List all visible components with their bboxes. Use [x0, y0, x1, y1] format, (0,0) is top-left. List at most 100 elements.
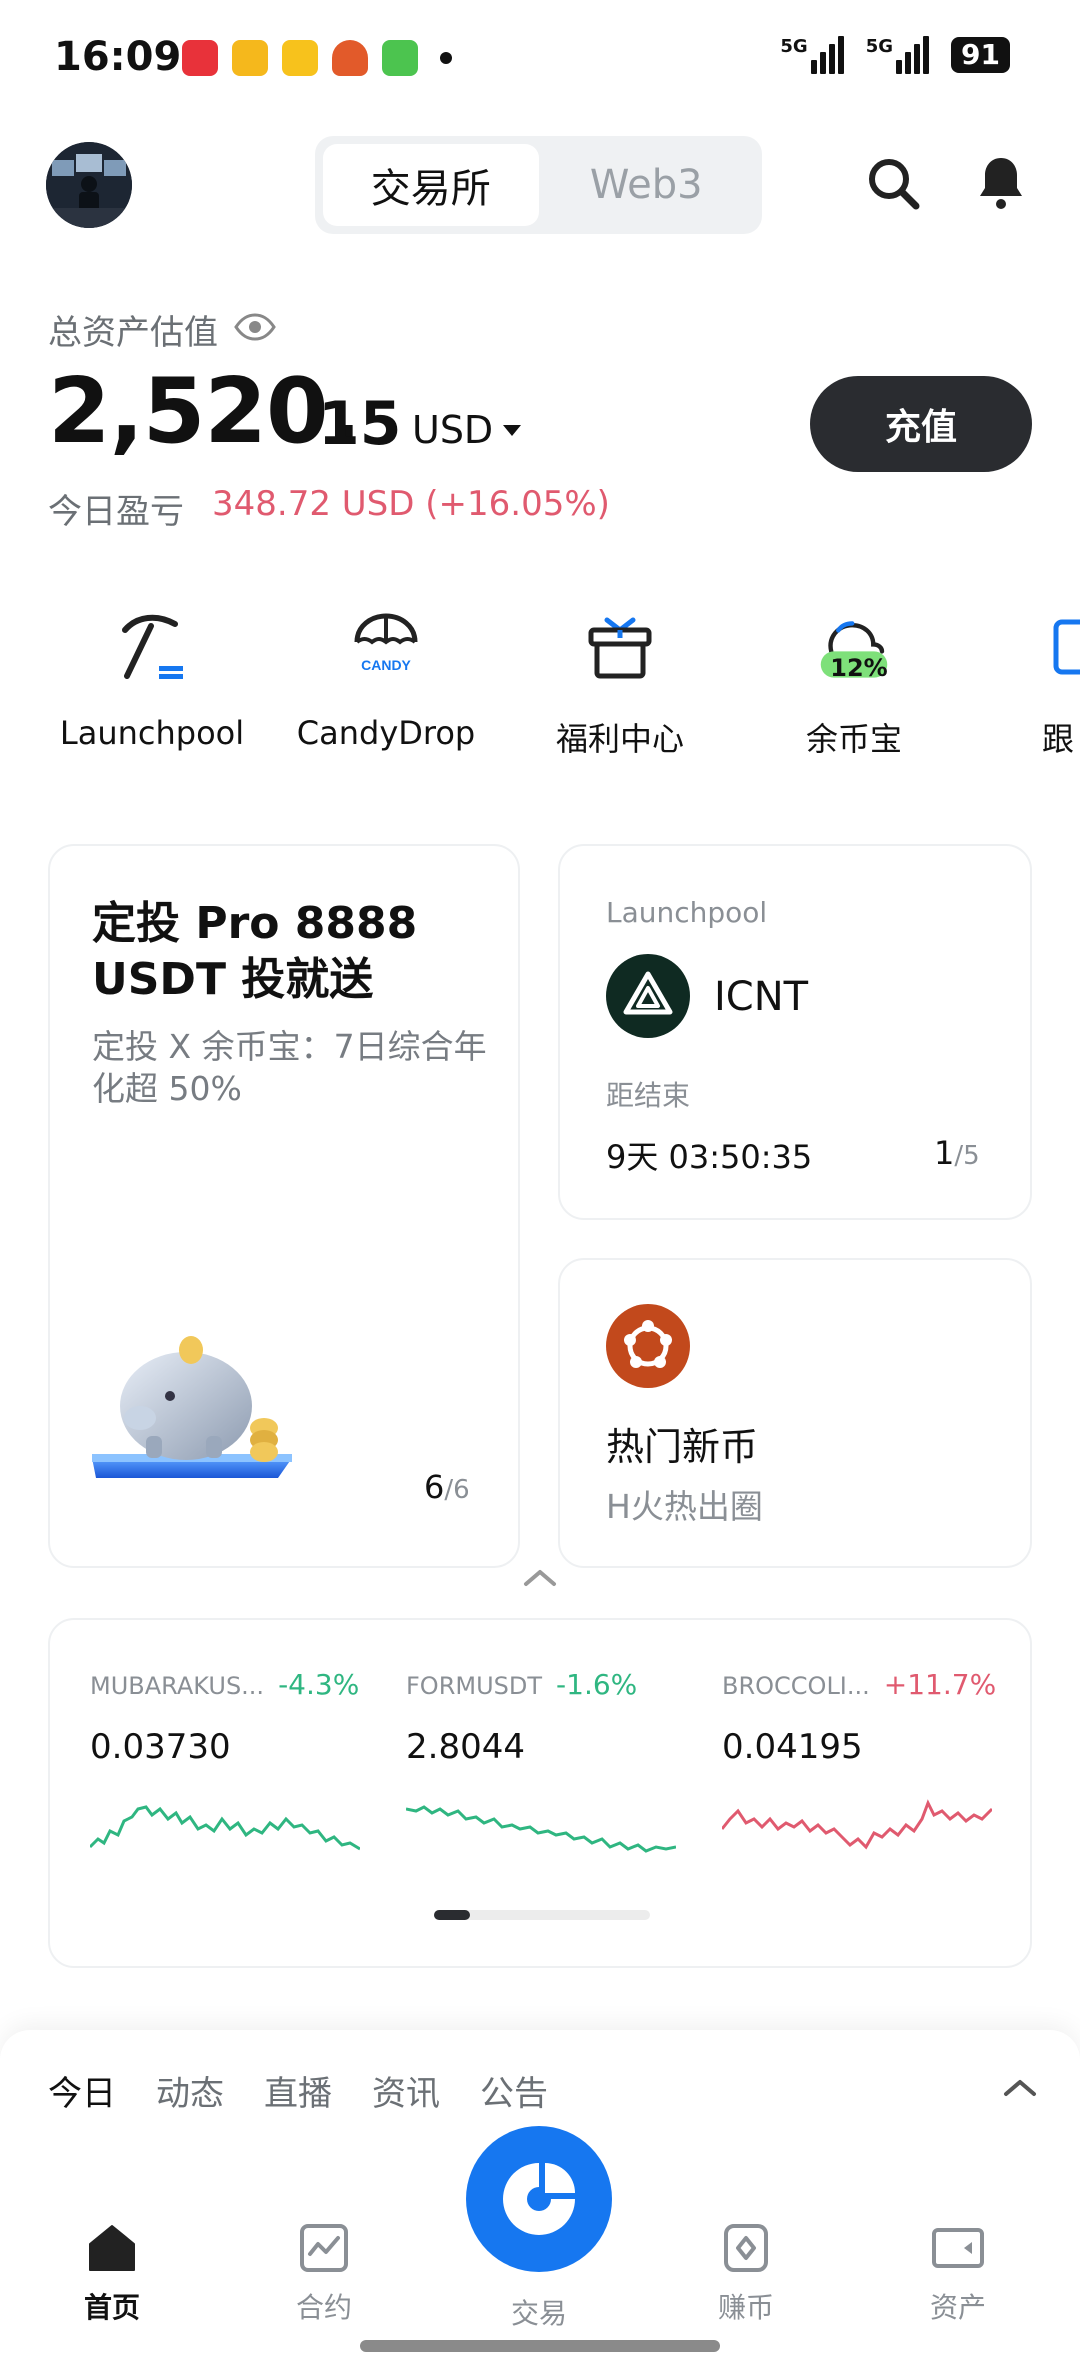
hot-new-coins-title: 热门新币 — [606, 1425, 759, 1469]
launchpool-coin-name: ICNT — [714, 974, 809, 1020]
quick-action-label: CandyDrop — [296, 714, 476, 752]
carousel-scroll-thumb — [434, 1910, 470, 1920]
tab-activity[interactable]: 动态 — [156, 2066, 224, 2115]
market-change: -1.6% — [556, 1668, 638, 1701]
home-icon — [89, 2225, 135, 2271]
avatar[interactable] — [46, 142, 132, 228]
market-price: 0.03730 — [90, 1727, 231, 1767]
market-price: 2.8044 — [406, 1727, 525, 1767]
hot-coin-icon — [606, 1304, 690, 1388]
quick-action-launchpool[interactable]: Launchpool — [52, 610, 252, 752]
deposit-button[interactable]: 充值 — [810, 376, 1032, 472]
nav-label: 合约 — [295, 2291, 352, 2324]
signal-label: 5G — [780, 36, 808, 57]
pnl-value: 348.72 USD (+16.05%) — [212, 484, 610, 524]
nav-futures[interactable]: 合约 — [254, 2220, 394, 2326]
market-ticker-card: MUBARAKUS... -4.3% 0.03730 FORMUSDT -1.6… — [48, 1618, 1032, 1968]
app-notification-icon — [332, 40, 368, 76]
sparkline-chart — [405, 1805, 677, 1853]
chevron-up-icon[interactable] — [518, 1562, 562, 1592]
gift-icon — [585, 610, 655, 684]
hot-new-coins-card[interactable]: 热门新币 H火热出圈 — [558, 1258, 1032, 1568]
promo-card[interactable]: 定投 Pro 8888 USDT 投就送 定投 X 余币宝：7日综合年化超 50… — [48, 844, 520, 1568]
nav-label: 资产 — [929, 2291, 986, 2324]
quick-action-label: 跟 — [1042, 720, 1075, 758]
launchpool-tag: Launchpool — [606, 896, 768, 929]
eye-icon[interactable] — [234, 310, 276, 350]
mail-notification-icon — [232, 40, 268, 76]
today-pnl: 今日盈亏 348.72 USD (+16.05%) — [48, 484, 610, 533]
nav-assets[interactable]: 资产 — [888, 2220, 1028, 2326]
carousel-scroll-indicator — [434, 1910, 650, 1920]
bottom-sheet: 今日 动态 直播 资讯 公告 首页 合约 交易 赚币 资产 — [0, 2030, 1080, 2376]
total-assets-label: 总资产估值 — [48, 305, 276, 354]
futures-chart-icon — [300, 2224, 348, 2272]
signal-icon: 5G — [865, 36, 930, 74]
quick-action-copy-trade[interactable]: 跟 — [1042, 610, 1080, 760]
currency-label: USD — [412, 408, 494, 452]
app-notification-icon — [182, 40, 218, 76]
app-notification-icon — [282, 40, 318, 76]
total-assets-text: 总资产估值 — [48, 313, 218, 353]
launchpool-pager: 1/5 — [934, 1134, 980, 1172]
market-symbol: BROCCOLI... — [722, 1672, 870, 1700]
hot-new-coins-subtitle: H火热出圈 — [606, 1487, 763, 1526]
market-symbol: FORMUSDT — [406, 1672, 543, 1700]
tab-exchange[interactable]: 交易所 — [323, 144, 539, 226]
quick-action-savings[interactable]: 12% 余币宝 — [754, 610, 954, 760]
nav-label: 首页 — [83, 2291, 140, 2324]
svg-text:CANDY: CANDY — [361, 657, 411, 673]
tab-today[interactable]: 今日 — [48, 2066, 116, 2115]
quick-action-label: 余币宝 — [805, 720, 902, 758]
caret-down-icon — [503, 424, 522, 436]
nav-trade-button[interactable] — [466, 2126, 612, 2272]
pickaxe-icon — [117, 610, 187, 684]
bell-icon[interactable] — [970, 152, 1032, 214]
earn-icon — [724, 2224, 768, 2272]
market-change: +11.7% — [883, 1668, 997, 1701]
tab-announcements[interactable]: 公告 — [480, 2066, 548, 2115]
search-icon[interactable] — [862, 152, 924, 214]
status-indicators: 5G 5G 91 — [780, 36, 1010, 74]
launchpool-card[interactable]: Launchpool ICNT 距结束 9天 03:50:35 1/5 — [558, 844, 1032, 1220]
market-item[interactable]: BROCCOLI... +11.7% 0.04195 — [720, 1668, 1002, 1873]
nav-earn[interactable]: 赚币 — [676, 2220, 816, 2326]
candy-parachute-icon: CANDY — [351, 610, 421, 684]
quick-action-label: Launchpool — [59, 714, 245, 752]
promo-subtitle: 定投 X 余币宝：7日综合年化超 50% — [92, 1027, 487, 1108]
tab-live[interactable]: 直播 — [264, 2066, 332, 2115]
status-time: 16:09 — [54, 34, 182, 80]
market-item[interactable]: FORMUSDT -1.6% 2.8044 — [405, 1668, 686, 1873]
home-indicator — [360, 2340, 720, 2352]
countdown-label: 距结束 — [606, 1079, 691, 1112]
nav-home[interactable]: 首页 — [42, 2220, 182, 2326]
market-symbol: MUBARAKUS... — [90, 1672, 265, 1700]
message-notification-icon — [382, 40, 418, 76]
total-assets-value: 2,520. — [48, 359, 362, 464]
total-assets-decimals: 15 — [318, 389, 402, 459]
market-price: 0.04195 — [722, 1727, 863, 1767]
market-change: -4.3% — [278, 1668, 360, 1701]
sparkline-chart — [720, 1799, 994, 1850]
icnt-coin-icon — [606, 954, 690, 1038]
notification-icons — [182, 40, 452, 76]
savings-cloud-icon: 12% — [819, 610, 889, 684]
nav-label: 赚币 — [717, 2291, 774, 2324]
copy-trade-icon — [1042, 610, 1080, 684]
battery-icon: 91 — [951, 37, 1010, 73]
nav-label: 交易 — [510, 2297, 567, 2330]
market-item[interactable]: MUBARAKUS... -4.3% 0.03730 — [88, 1668, 370, 1873]
pnl-label: 今日盈亏 — [48, 492, 184, 532]
sparkline-chart — [88, 1805, 361, 1851]
currency-selector[interactable]: USD — [412, 408, 522, 452]
tab-news[interactable]: 资讯 — [372, 2066, 440, 2115]
signal-icon: 5G — [780, 36, 844, 74]
quick-action-label: 福利中心 — [555, 720, 684, 758]
tab-web3[interactable]: Web3 — [539, 144, 755, 226]
quick-action-candydrop[interactable]: CANDY CandyDrop — [286, 610, 486, 752]
quick-action-welfare-center[interactable]: 福利中心 — [520, 610, 720, 760]
savings-apy-badge: 12% — [830, 654, 888, 682]
expand-sheet-chevron-icon[interactable] — [1000, 2074, 1040, 2100]
signal-label: 5G — [865, 36, 894, 57]
promo-title: 定投 Pro 8888 USDT 投就送 — [92, 898, 418, 1005]
